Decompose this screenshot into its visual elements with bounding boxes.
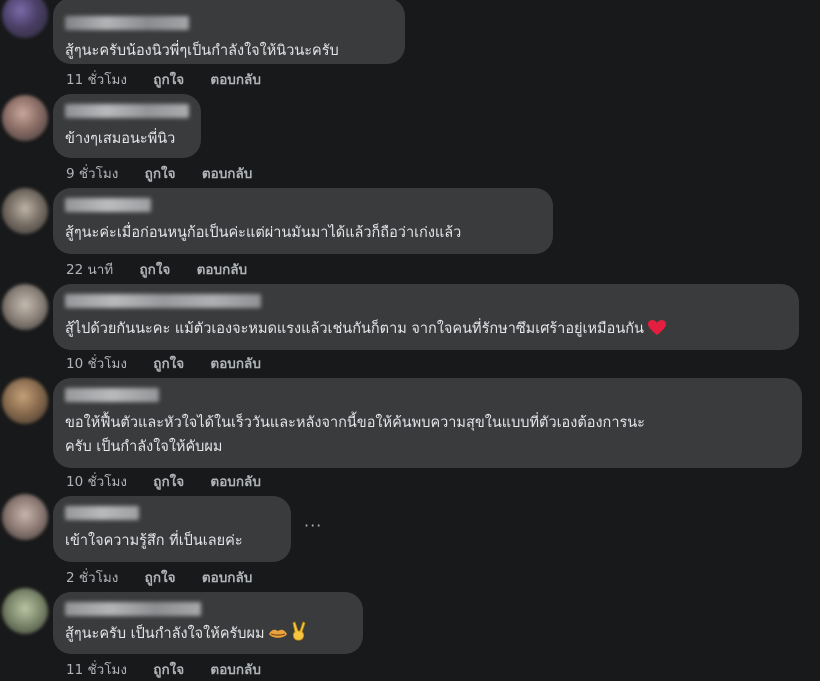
heart-emoji-icon: [647, 320, 666, 335]
commenter-name-redacted[interactable]: [65, 104, 189, 118]
comment-bubble: สู้ๆนะครับน้องนิวพี่ๆเป็นกำลังใจให้นิวนะ…: [53, 0, 405, 64]
reply-button[interactable]: ตอบกลับ: [202, 570, 252, 586]
comment-text-line-2: ครับ เป็นกำลังใจให้คับผม: [65, 439, 223, 455]
comment-text-line-1: ขอให้ฟื้นตัวและหัวใจได้ในเร็ววันและหลังจ…: [65, 415, 645, 431]
avatar[interactable]: [2, 588, 48, 634]
comment-time[interactable]: 9 ชั่วโมง: [66, 166, 118, 182]
commenter-name-redacted[interactable]: [65, 198, 151, 212]
commenter-name-redacted[interactable]: [65, 388, 159, 402]
commenter-name-redacted[interactable]: [65, 506, 139, 520]
like-button[interactable]: ถูกใจ: [145, 166, 176, 182]
comment-text: เข้าใจความรู้สึก ที่เป็นเลยค่ะ: [65, 533, 243, 549]
like-button[interactable]: ถูกใจ: [139, 262, 170, 278]
like-button[interactable]: ถูกใจ: [153, 356, 184, 372]
lips-emoji-icon: [268, 629, 287, 638]
comment-time[interactable]: 2 ชั่วโมง: [66, 570, 118, 586]
comment-text-content: สู้ๆนะครับ เป็นกำลังใจให้ครับผม: [65, 626, 265, 642]
comment-actions: 9 ชั่วโมง ถูกใจ ตอบกลับ: [66, 162, 274, 184]
comment-actions: 10 ชั่วโมง ถูกใจ ตอบกลับ: [66, 352, 283, 374]
comment-text: สู้ๆนะครับ เป็นกำลังใจให้ครับผม: [65, 621, 351, 646]
more-options-icon[interactable]: ···: [304, 516, 322, 535]
like-button[interactable]: ถูกใจ: [153, 474, 184, 490]
commenter-name-redacted[interactable]: [65, 16, 189, 30]
comment-bubble: ข้างๆเสมอนะพี่นิว: [53, 94, 201, 158]
comment-bubble: ขอให้ฟื้นตัวและหัวใจได้ในเร็ววันและหลังจ…: [53, 378, 802, 468]
victory-hand-emoji-icon: [292, 621, 306, 641]
comment-feed: สู้ๆนะครับน้องนิวพี่ๆเป็นกำลังใจให้นิวนะ…: [0, 0, 820, 681]
avatar[interactable]: [2, 95, 48, 141]
comment-bubble: เข้าใจความรู้สึก ที่เป็นเลยค่ะ: [53, 496, 291, 562]
comment-time[interactable]: 22 นาที: [66, 262, 113, 278]
reply-button[interactable]: ตอบกลับ: [210, 72, 260, 88]
avatar[interactable]: [2, 284, 48, 330]
like-button[interactable]: ถูกใจ: [153, 72, 184, 88]
reply-button[interactable]: ตอบกลับ: [210, 356, 260, 372]
avatar[interactable]: [2, 188, 48, 234]
avatar[interactable]: [2, 0, 48, 38]
comment-bubble: สู้ไปด้วยกันนะคะ แม้ตัวเองจะหมดแรงแล้วเช…: [53, 284, 799, 350]
comment-time[interactable]: 11 ชั่วโมง: [66, 662, 127, 678]
comment-text: สู้ๆนะครับน้องนิวพี่ๆเป็นกำลังใจให้นิวนะ…: [65, 43, 339, 59]
commenter-name-redacted[interactable]: [65, 602, 201, 616]
commenter-name-redacted[interactable]: [65, 294, 261, 308]
comment-time[interactable]: 10 ชั่วโมง: [66, 474, 127, 490]
comment-actions: 2 ชั่วโมง ถูกใจ ตอบกลับ: [66, 566, 274, 588]
reply-button[interactable]: ตอบกลับ: [202, 166, 252, 182]
comment-actions: 22 นาที ถูกใจ ตอบกลับ: [66, 258, 269, 280]
comment-text: สู้ๆนะค่ะเมื่อก่อนหนูก้อเป็นค่ะแต่ผ่านมั…: [65, 225, 462, 241]
comment-bubble: สู้ๆนะครับ เป็นกำลังใจให้ครับผม: [53, 592, 363, 654]
comment-time[interactable]: 10 ชั่วโมง: [66, 356, 127, 372]
reply-button[interactable]: ตอบกลับ: [197, 262, 247, 278]
like-button[interactable]: ถูกใจ: [145, 570, 176, 586]
like-button[interactable]: ถูกใจ: [153, 662, 184, 678]
reply-button[interactable]: ตอบกลับ: [210, 662, 260, 678]
comment-actions: 10 ชั่วโมง ถูกใจ ตอบกลับ: [66, 470, 283, 492]
comment-actions: 11 ชั่วโมง ถูกใจ ตอบกลับ: [66, 658, 283, 680]
avatar[interactable]: [2, 494, 48, 540]
comment-bubble: สู้ๆนะค่ะเมื่อก่อนหนูก้อเป็นค่ะแต่ผ่านมั…: [53, 188, 553, 254]
comment-text: ข้างๆเสมอนะพี่นิว: [65, 131, 176, 147]
comment-text: สู้ไปด้วยกันนะคะ แม้ตัวเองจะหมดแรงแล้วเช…: [65, 317, 787, 341]
comment-actions: 11 ชั่วโมง ถูกใจ ตอบกลับ: [66, 68, 283, 90]
comment-text-content: สู้ไปด้วยกันนะคะ แม้ตัวเองจะหมดแรงแล้วเช…: [65, 321, 644, 337]
comment-time[interactable]: 11 ชั่วโมง: [66, 72, 127, 88]
reply-button[interactable]: ตอบกลับ: [210, 474, 260, 490]
avatar[interactable]: [2, 378, 48, 424]
